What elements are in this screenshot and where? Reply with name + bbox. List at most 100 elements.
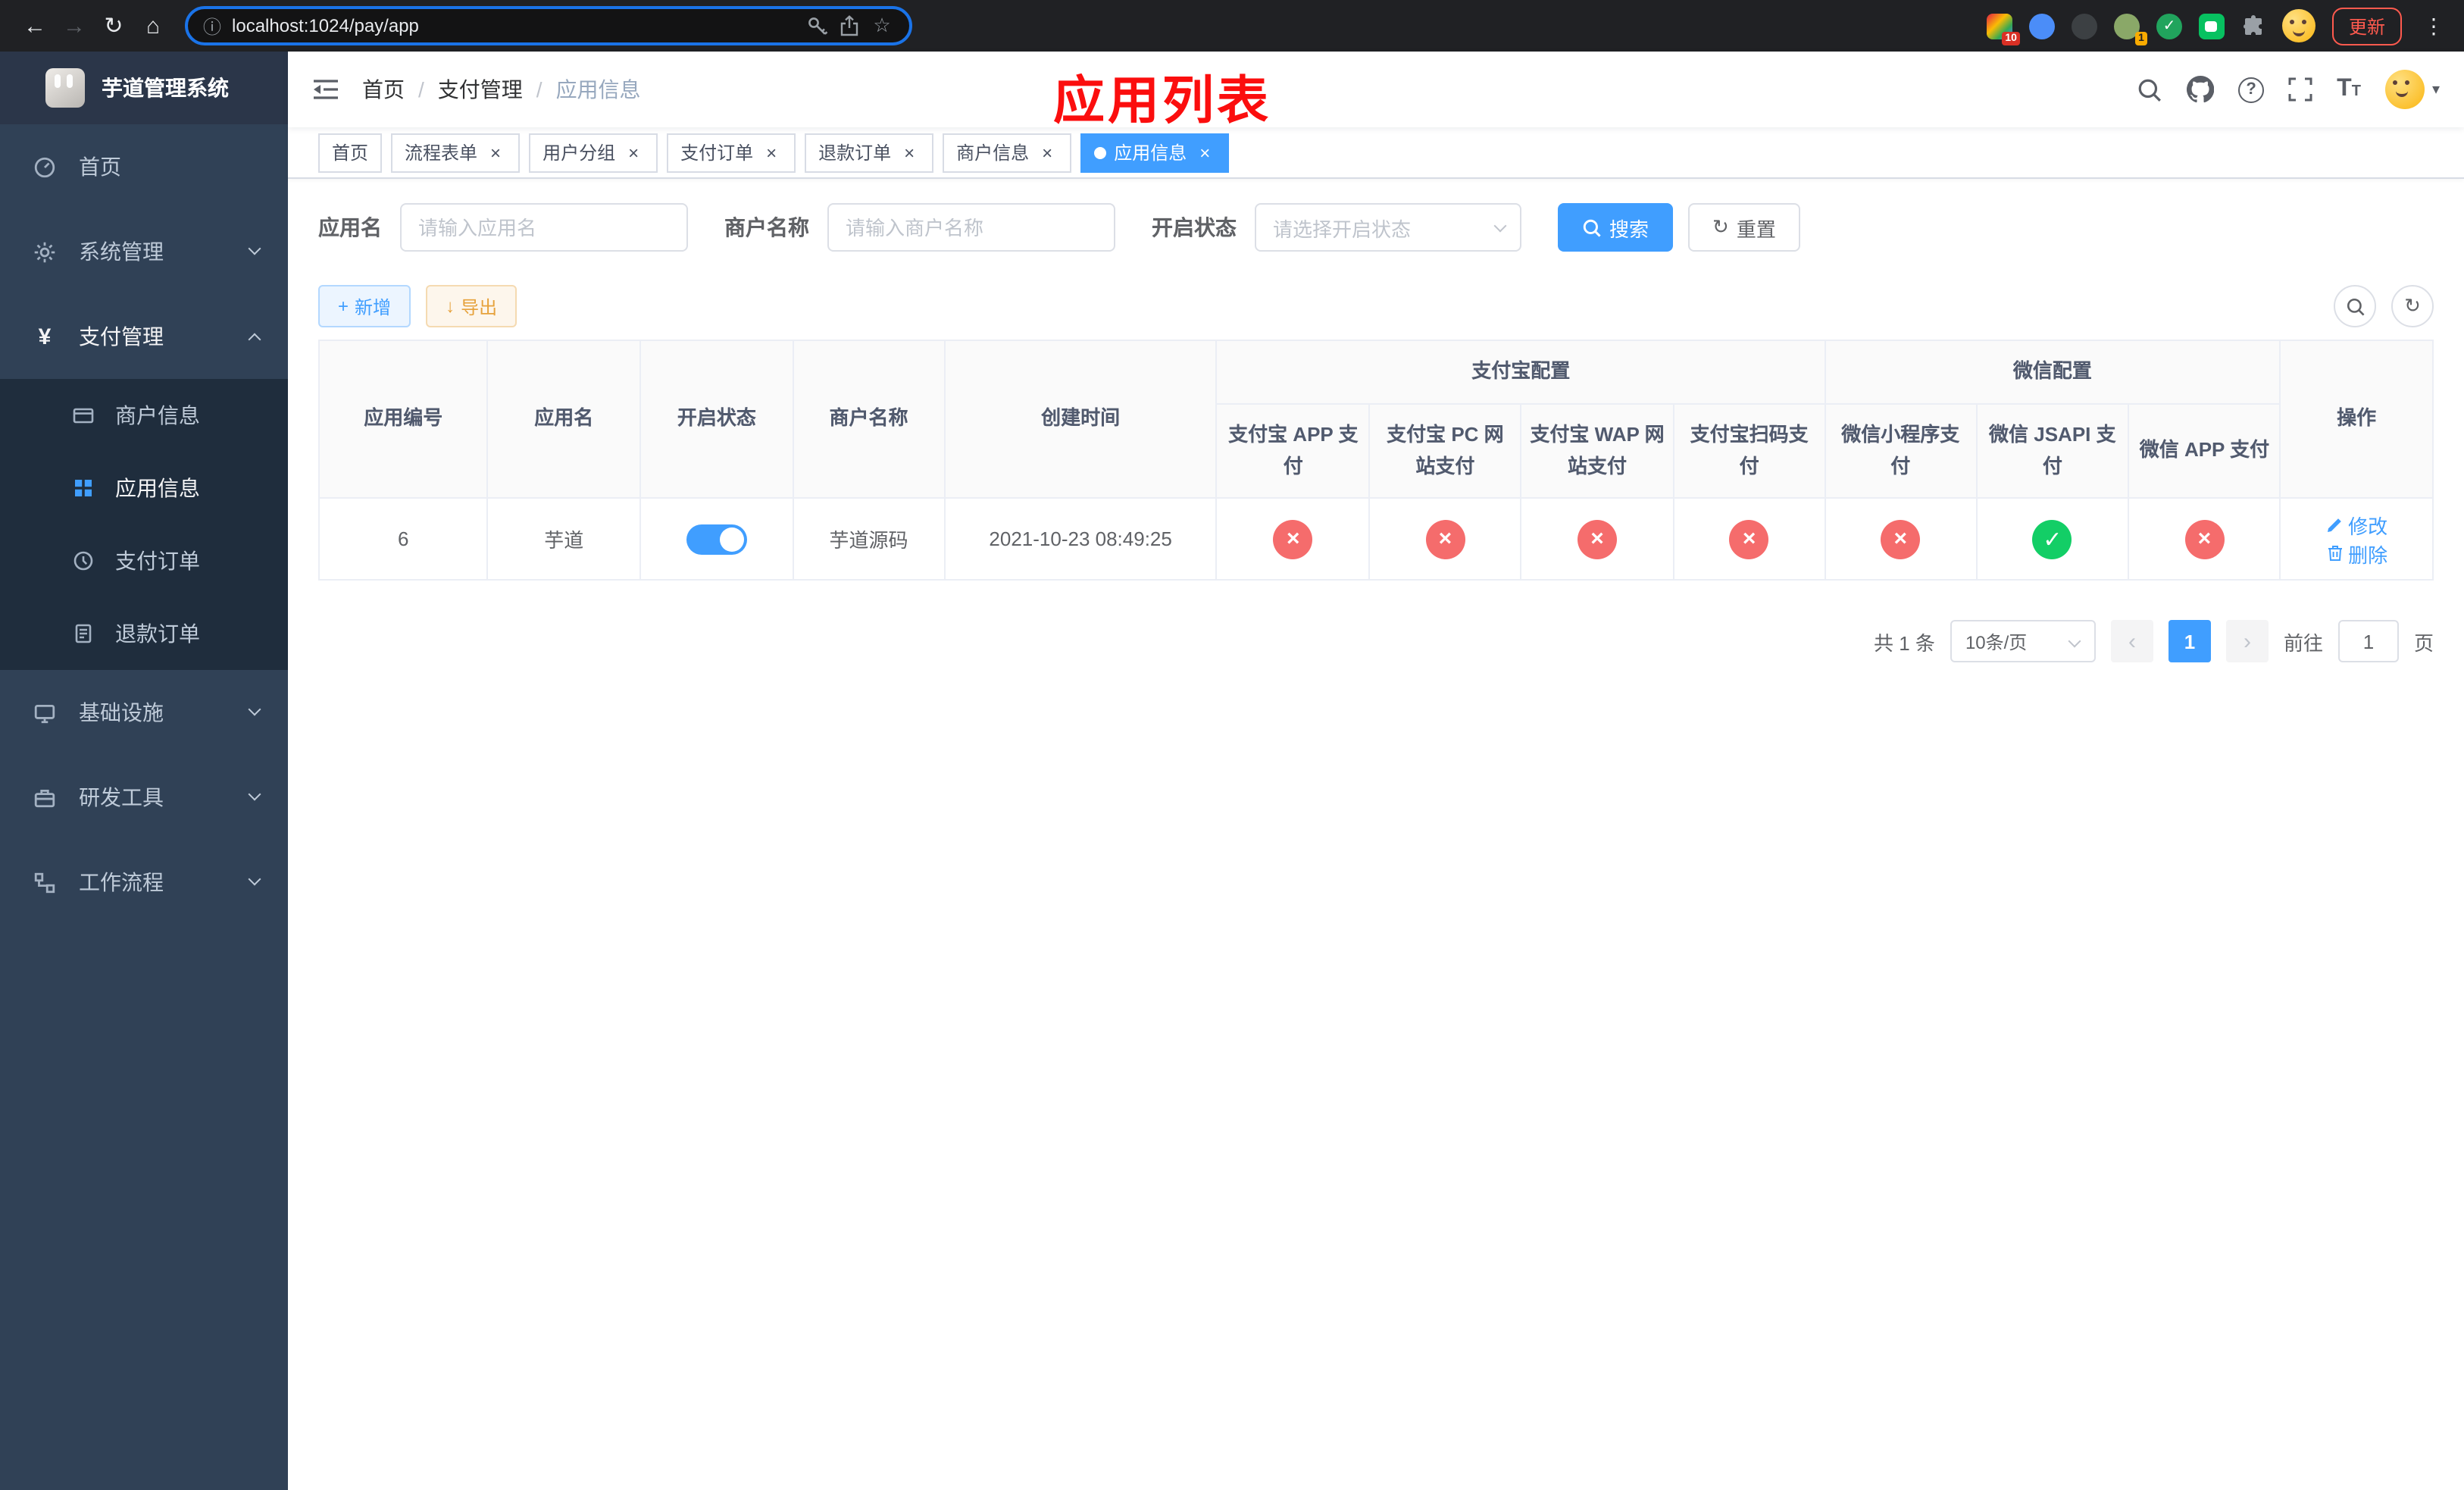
sidebar-item-system[interactable]: 系统管理: [0, 209, 288, 294]
sidebar-item-devtools[interactable]: 研发工具: [0, 755, 288, 840]
sidebar-item-payment[interactable]: ¥ 支付管理: [0, 294, 288, 379]
export-button[interactable]: ↓ 导出: [426, 285, 518, 327]
close-icon[interactable]: ×: [1037, 142, 1058, 163]
tab-flow-form[interactable]: 流程表单 ×: [391, 133, 521, 172]
col-header-alipay-app: 支付宝 APP 支付: [1215, 403, 1371, 499]
help-icon[interactable]: ?: [2238, 77, 2265, 102]
page-title-annotation: 应用列表: [1053, 73, 1271, 130]
cell-name: 芋道: [486, 497, 642, 581]
breadcrumb-separator: /: [418, 77, 424, 102]
status-select[interactable]: 请选择开启状态: [1255, 203, 1521, 252]
sidebar-item-label: 支付管理: [79, 324, 164, 349]
delete-link[interactable]: 删除: [2325, 539, 2387, 568]
tab-home[interactable]: 首页: [318, 133, 383, 172]
sidebar-item-label: 商户信息: [115, 403, 200, 427]
site-info-icon[interactable]: ⓘ: [203, 13, 221, 39]
toolbox-icon: [32, 786, 58, 809]
password-key-icon[interactable]: [806, 14, 829, 37]
blue-extension-icon[interactable]: [2028, 13, 2055, 39]
forward-icon[interactable]: →: [55, 6, 94, 45]
font-size-icon[interactable]: TT: [2337, 77, 2361, 102]
sidebar-item-workflow[interactable]: 工作流程: [0, 840, 288, 925]
reload-icon[interactable]: ↻: [94, 6, 133, 45]
sidebar-item-label: 系统管理: [79, 239, 164, 264]
chevron-up-icon: [248, 333, 261, 346]
url-bar[interactable]: ⓘ localhost:1024/pay/app ☆: [185, 6, 912, 45]
check-extension-icon[interactable]: ✓: [2156, 13, 2182, 39]
tab-user-group[interactable]: 用户分组 ×: [529, 133, 658, 172]
toggle-search-button[interactable]: [2334, 285, 2376, 327]
sidebar-item-pay-orders[interactable]: 支付订单: [0, 524, 288, 597]
back-icon[interactable]: ←: [15, 6, 55, 45]
close-icon[interactable]: ×: [761, 142, 782, 163]
current-page-button[interactable]: 1: [2168, 620, 2211, 662]
tab-refund-orders[interactable]: 退款订单 ×: [805, 133, 934, 172]
chrome-update-button[interactable]: 更新: [2331, 7, 2402, 45]
reset-button[interactable]: ↻ 重置: [1688, 203, 1800, 252]
col-header-alipay-qr: 支付宝扫码支付: [1672, 403, 1826, 499]
sidebar-collapse-icon[interactable]: [312, 77, 339, 102]
add-button[interactable]: + 新增: [318, 285, 411, 327]
home-icon[interactable]: ⌂: [133, 6, 173, 45]
breadcrumb-current: 应用信息: [555, 77, 641, 102]
table-toolbar: + 新增 ↓ 导出 ↻: [318, 285, 2434, 327]
grid-icon: [71, 477, 95, 499]
url-text[interactable]: localhost:1024/pay/app: [232, 15, 796, 36]
sidebar-item-app-info[interactable]: 应用信息: [0, 452, 288, 524]
app-name-input[interactable]: [400, 203, 688, 252]
search-icon[interactable]: [2137, 77, 2162, 102]
tab-app-info[interactable]: 应用信息 ×: [1080, 133, 1230, 172]
browser-chrome: ← → ↻ ⌂ ⓘ localhost:1024/pay/app ☆ 10 1 …: [0, 0, 2464, 52]
share-icon[interactable]: [840, 15, 859, 36]
page-size-select[interactable]: 10条/页: [1950, 620, 2096, 662]
sidebar-item-label: 退款订单: [115, 621, 200, 646]
app-title: 芋道管理系统: [102, 76, 229, 100]
chrome-menu-icon[interactable]: ⋮: [2419, 13, 2449, 39]
tab-merchant-info[interactable]: 商户信息 ×: [943, 133, 1072, 172]
app-logo-row[interactable]: 芋道管理系统: [0, 52, 288, 124]
edit-link[interactable]: 修改: [2325, 510, 2387, 539]
col-header-alipay-wap: 支付宝 WAP 网站支付: [1520, 403, 1674, 499]
user-avatar-menu[interactable]: ▾: [2384, 70, 2440, 109]
sidebar-item-home[interactable]: 首页: [0, 124, 288, 209]
puzzle-extensions-icon[interactable]: [2241, 14, 2265, 38]
dark-extension-icon[interactable]: [2071, 13, 2097, 39]
app-table: 应用编号 应用名 开启状态 商户名称 创建时间 支付宝配置 微信配置 操作 支付…: [317, 340, 2434, 581]
sidebar-item-infra[interactable]: 基础设施: [0, 670, 288, 755]
enabled-toggle[interactable]: [686, 524, 747, 554]
cell-status: [639, 497, 794, 581]
cell-created: 2021-10-23 08:49:25: [943, 497, 1218, 581]
close-icon[interactable]: ×: [485, 142, 506, 163]
status-label: 开启状态: [1152, 215, 1237, 239]
prev-page-button[interactable]: ‹: [2110, 620, 2153, 662]
fullscreen-icon[interactable]: [2288, 77, 2312, 102]
chrome-extensions-area: 10 1 ✓ 更新 ⋮: [1986, 7, 2449, 45]
adblock-extension-icon[interactable]: 10: [1986, 13, 2020, 45]
tab-pay-orders[interactable]: 支付订单 ×: [667, 133, 796, 172]
merchant-name-input[interactable]: [827, 203, 1115, 252]
breadcrumb-home[interactable]: 首页: [362, 74, 405, 105]
breadcrumb-payment[interactable]: 支付管理: [438, 74, 523, 105]
sidebar-item-merchant-info[interactable]: 商户信息: [0, 379, 288, 452]
chat-extension-icon[interactable]: [2198, 13, 2225, 39]
sidebar-item-label: 应用信息: [115, 476, 200, 500]
profile-avatar[interactable]: [2281, 9, 2315, 42]
github-icon[interactable]: [2187, 76, 2215, 103]
close-icon[interactable]: ×: [1194, 142, 1215, 163]
browser-window: ← → ↻ ⌂ ⓘ localhost:1024/pay/app ☆ 10 1 …: [0, 0, 2464, 1490]
refresh-table-button[interactable]: ↻: [2391, 285, 2434, 327]
sidebar-item-refund-orders[interactable]: 退款订单: [0, 597, 288, 670]
pagination: 共 1 条 10条/页 ‹ 1 › 前往 页: [318, 620, 2434, 662]
close-icon[interactable]: ×: [899, 142, 920, 163]
sidebar-item-label: 基础设施: [79, 700, 164, 725]
avatar-extension-icon[interactable]: 1: [2113, 13, 2147, 45]
search-button[interactable]: 搜索: [1558, 203, 1674, 252]
cell-actions: 修改 删除: [2279, 497, 2434, 581]
col-header-actions: 操作: [2279, 340, 2434, 499]
close-icon[interactable]: ×: [623, 142, 644, 163]
next-page-button[interactable]: ›: [2225, 620, 2269, 662]
status-cross-icon: ×: [1273, 519, 1313, 559]
goto-page-input[interactable]: [2337, 620, 2399, 662]
bookmark-star-icon[interactable]: ☆: [870, 14, 894, 38]
col-header-merchant: 商户名称: [792, 340, 946, 499]
